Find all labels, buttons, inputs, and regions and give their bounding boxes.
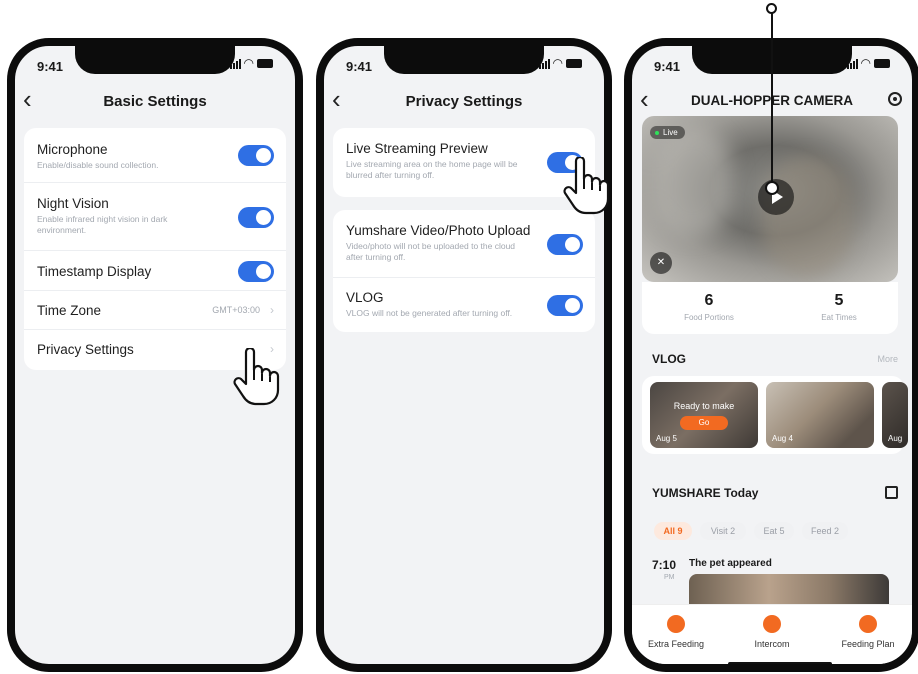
event-ampm: PM xyxy=(664,574,675,581)
setting-row-microphone: Microphone Enable/disable sound collecti… xyxy=(24,128,286,183)
status-icons: ◠ xyxy=(538,56,582,70)
row-title: Privacy Settings xyxy=(37,342,134,357)
battery-icon xyxy=(257,59,273,68)
upload-toggle[interactable] xyxy=(547,234,583,255)
stat-value: 5 xyxy=(834,292,844,309)
row-title: Timestamp Display xyxy=(37,264,152,279)
row-title: Night Vision xyxy=(37,196,109,211)
upload-settings-card: Yumshare Video/Photo Upload Video/photo … xyxy=(333,210,595,332)
nav-bar: ‹ Privacy Settings xyxy=(324,86,604,116)
row-title: Yumshare Video/Photo Upload xyxy=(346,223,531,238)
row-subtitle: Live streaming area on the home page wil… xyxy=(346,159,518,180)
setting-row-night-vision: Night Vision Enable infrared night visio… xyxy=(24,183,286,251)
today-section-title: YUMSHARE Today xyxy=(652,486,759,500)
vlog-card[interactable]: Aug xyxy=(882,382,908,448)
live-badge: Live xyxy=(650,126,685,139)
live-label: Live xyxy=(663,128,678,137)
stat-eat-times: 5 Eat Times xyxy=(794,292,884,322)
intercom-icon xyxy=(763,615,781,633)
vlog-more-link[interactable]: More xyxy=(877,354,898,364)
setting-row-vlog: VLOG VLOG will not be generated after tu… xyxy=(333,278,595,332)
setting-row-live-preview: Live Streaming Preview Live streaming ar… xyxy=(333,128,595,197)
row-subtitle: Video/photo will not be uploaded to the … xyxy=(346,241,516,262)
calendar-icon[interactable] xyxy=(885,486,898,499)
callout-target-marker xyxy=(765,181,779,195)
stats-card: 6 Food Portions 5 Eat Times xyxy=(642,282,898,334)
status-time: 9:41 xyxy=(37,59,64,74)
vlog-card[interactable]: Aug 4 xyxy=(766,382,874,448)
mute-icon[interactable]: ✕ xyxy=(650,252,672,274)
tab-label: Extra Feeding xyxy=(647,639,705,649)
tab-feeding-plan[interactable]: Feeding Plan xyxy=(828,615,908,649)
callout-line xyxy=(771,12,773,190)
filter-chip-eat[interactable]: Eat 5 xyxy=(754,522,794,540)
stat-label: Eat Times xyxy=(821,313,857,322)
battery-icon xyxy=(566,59,582,68)
wifi-icon: ◠ xyxy=(243,56,254,70)
row-title: Live Streaming Preview xyxy=(346,141,488,156)
setting-row-time-zone[interactable]: Time Zone GMT+03:00 › xyxy=(24,291,286,330)
time-zone-value: GMT+03:00 xyxy=(212,305,260,315)
settings-card: Microphone Enable/disable sound collecti… xyxy=(24,128,286,370)
page-title: Privacy Settings xyxy=(405,93,523,110)
pointer-hand-icon xyxy=(233,348,280,406)
filter-chip-all[interactable]: All 9 xyxy=(654,522,692,540)
stat-value: 6 xyxy=(704,292,714,309)
feeding-plan-icon xyxy=(859,615,877,633)
event-title: The pet appeared xyxy=(689,558,772,569)
battery-icon xyxy=(874,59,890,68)
stat-label: Food Portions xyxy=(684,313,734,322)
row-title: VLOG xyxy=(346,290,384,305)
status-icons: ◠ xyxy=(229,56,273,70)
tab-intercom[interactable]: Intercom xyxy=(732,615,812,649)
callout-end-marker xyxy=(766,3,777,14)
vlog-section-title: VLOG xyxy=(652,352,687,366)
vlog-toggle[interactable] xyxy=(547,295,583,316)
live-preview-card: Live Streaming Preview Live streaming ar… xyxy=(333,128,595,197)
notch xyxy=(384,46,544,74)
vlog-date: Aug xyxy=(888,434,903,443)
row-subtitle: Enable infrared night vision in dark env… xyxy=(37,214,168,235)
blurred-background xyxy=(652,126,732,236)
notch xyxy=(75,46,235,74)
page-title: Basic Settings xyxy=(103,93,207,110)
status-icons: ◠ xyxy=(846,56,890,70)
blurred-pet xyxy=(762,156,852,276)
row-title: Microphone xyxy=(37,142,108,157)
bottom-tab-bar: Extra Feeding Intercom Feeding Plan xyxy=(632,604,912,664)
filter-chip-visit[interactable]: Visit 2 xyxy=(700,522,746,540)
settings-icon[interactable] xyxy=(888,92,902,106)
setting-row-upload: Yumshare Video/Photo Upload Video/photo … xyxy=(333,210,595,278)
filter-chip-feed[interactable]: Feed 2 xyxy=(802,522,848,540)
row-subtitle: VLOG will not be generated after turning… xyxy=(346,308,513,318)
tab-label: Feeding Plan xyxy=(841,639,895,649)
row-subtitle: Enable/disable sound collection. xyxy=(37,160,159,170)
setting-row-timestamp: Timestamp Display xyxy=(24,251,286,291)
tab-label: Intercom xyxy=(754,639,790,649)
night-vision-toggle[interactable] xyxy=(238,207,274,228)
row-title: Time Zone xyxy=(37,303,102,318)
pointer-hand-icon xyxy=(563,157,610,215)
phone-privacy-settings: 9:41 ◠ ‹ Privacy Settings Live Streaming… xyxy=(316,38,612,672)
extra-feeding-icon xyxy=(667,615,685,633)
status-time: 9:41 xyxy=(346,59,373,74)
live-video-preview[interactable]: Live ✕ xyxy=(642,116,898,282)
vlog-date: Aug 5 xyxy=(656,434,677,443)
go-button[interactable]: Go xyxy=(680,416,728,430)
wifi-icon: ◠ xyxy=(860,56,871,70)
live-dot-icon xyxy=(655,130,659,135)
chevron-right-icon: › xyxy=(270,303,274,317)
nav-bar: ‹ Basic Settings xyxy=(15,86,295,116)
event-time: 7:10 xyxy=(652,558,677,572)
stat-food-portions: 6 Food Portions xyxy=(664,292,754,322)
microphone-toggle[interactable] xyxy=(238,145,274,166)
tab-extra-feeding[interactable]: Extra Feeding xyxy=(636,615,716,649)
timestamp-toggle[interactable] xyxy=(238,261,274,282)
vlog-date: Aug 4 xyxy=(772,434,793,443)
home-indicator xyxy=(728,662,832,664)
vlog-card-make[interactable]: Ready to make Go Aug 5 xyxy=(650,382,758,448)
status-time: 9:41 xyxy=(654,59,681,74)
ready-to-make-label: Ready to make xyxy=(673,401,735,411)
wifi-icon: ◠ xyxy=(552,56,563,70)
